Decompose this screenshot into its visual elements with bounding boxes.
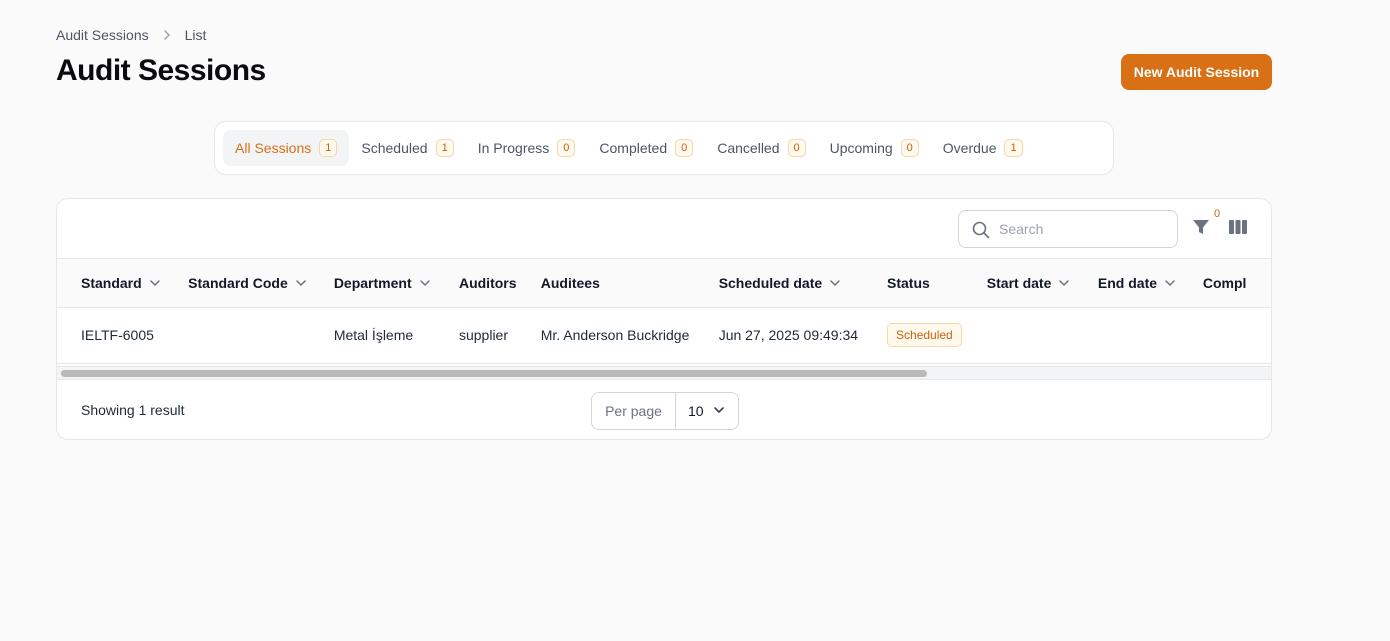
columns-icon[interactable] xyxy=(1228,218,1250,240)
tab-label: Overdue xyxy=(942,140,997,156)
filter-icon[interactable] xyxy=(1191,217,1215,241)
column-header-status[interactable]: Status xyxy=(863,259,963,308)
tab-completed[interactable]: Completed 0 xyxy=(587,130,705,166)
new-audit-session-button[interactable]: New Audit Session xyxy=(1121,54,1272,90)
tab-label: Scheduled xyxy=(361,140,428,156)
sessions-table-card: 0 Standard Standard Code Department Audi… xyxy=(56,198,1272,440)
tab-label: Completed xyxy=(599,140,668,156)
per-page-value: 10 xyxy=(688,403,704,419)
column-header-compl[interactable]: Compl xyxy=(1178,259,1271,308)
tab-count-badge: 0 xyxy=(675,139,694,157)
chevron-down-icon xyxy=(712,403,726,420)
column-label: Standard xyxy=(81,274,142,291)
cell-department: Metal İşleme xyxy=(309,307,435,364)
column-header-auditees[interactable]: Auditees xyxy=(516,259,695,308)
page: Audit Sessions List Audit Sessions New A… xyxy=(0,0,1390,641)
cell-standard: IELTF-6005 xyxy=(57,307,165,364)
status-tabs: All Sessions 1 Scheduled 1 In Progress 0… xyxy=(214,121,1114,175)
tab-scheduled[interactable]: Scheduled 1 xyxy=(349,130,465,166)
breadcrumb-link-audit-sessions[interactable]: Audit Sessions xyxy=(56,27,149,43)
column-label: Start date xyxy=(986,274,1052,291)
table-toolbar: 0 xyxy=(57,199,1271,259)
column-header-department[interactable]: Department xyxy=(309,259,435,308)
horizontal-scrollbar[interactable] xyxy=(57,366,1271,379)
search-icon xyxy=(971,220,991,240)
column-header-scheduled-date[interactable]: Scheduled date xyxy=(694,259,864,308)
column-header-auditors[interactable]: Auditors xyxy=(434,259,517,308)
scrollbar-thumb[interactable] xyxy=(61,370,927,377)
column-label: Scheduled date xyxy=(718,274,823,291)
table-row[interactable]: IELTF-6005 Metal İşleme supplier Mr. And… xyxy=(57,307,1271,364)
per-page-select[interactable]: 10 xyxy=(676,393,738,429)
table-scroll-area: Standard Standard Code Department Audito… xyxy=(57,259,1271,379)
result-count-text: Showing 1 result xyxy=(81,402,185,418)
column-header-standard-code[interactable]: Standard Code xyxy=(164,259,310,308)
tab-label: In Progress xyxy=(477,140,550,156)
tab-label: Upcoming xyxy=(829,140,893,156)
cell-auditees: Mr. Anderson Buckridge xyxy=(516,307,695,364)
cell-compl xyxy=(1178,307,1271,364)
column-header-standard[interactable]: Standard xyxy=(57,259,165,308)
tab-count-badge: 1 xyxy=(435,139,454,157)
tab-overdue[interactable]: Overdue 1 xyxy=(931,130,1035,166)
tab-upcoming[interactable]: Upcoming 0 xyxy=(818,130,931,166)
filter-count-badge: 0 xyxy=(1214,208,1221,220)
tab-count-badge: 0 xyxy=(557,139,576,157)
per-page-label: Per page xyxy=(592,393,676,429)
column-label: End date xyxy=(1097,274,1158,291)
chevron-down-icon xyxy=(1163,276,1177,290)
table-header-row: Standard Standard Code Department Audito… xyxy=(57,259,1271,308)
column-header-start-date[interactable]: Start date xyxy=(962,259,1074,308)
tab-cancelled[interactable]: Cancelled 0 xyxy=(705,130,817,166)
cell-standard-code xyxy=(164,307,310,364)
breadcrumb-current: List xyxy=(184,27,207,43)
tab-all-sessions[interactable]: All Sessions 1 xyxy=(223,130,350,166)
cell-auditors: supplier xyxy=(434,307,517,364)
cell-start-date xyxy=(962,307,1074,364)
sessions-table: Standard Standard Code Department Audito… xyxy=(57,259,1271,364)
chevron-right-icon xyxy=(159,27,175,43)
chevron-down-icon xyxy=(148,276,162,290)
column-header-end-date[interactable]: End date xyxy=(1073,259,1179,308)
tab-label: Cancelled xyxy=(717,140,780,156)
table-footer: Showing 1 result Per page 10 xyxy=(57,379,1271,439)
column-label: Department xyxy=(333,274,412,291)
tab-count-badge: 1 xyxy=(1004,139,1023,157)
tab-in-progress[interactable]: In Progress 0 xyxy=(466,130,588,166)
breadcrumb: Audit Sessions List xyxy=(56,27,206,43)
tab-count-badge: 0 xyxy=(900,139,919,157)
search-box xyxy=(958,210,1178,248)
cell-end-date xyxy=(1073,307,1179,364)
search-input[interactable] xyxy=(999,221,1169,237)
column-label: Standard Code xyxy=(188,274,288,291)
page-title: Audit Sessions xyxy=(56,54,266,87)
tab-count-badge: 1 xyxy=(319,139,338,157)
tab-label: All Sessions xyxy=(235,140,312,156)
cell-status: Scheduled xyxy=(863,307,963,364)
chevron-down-icon xyxy=(828,276,842,290)
per-page-control: Per page 10 xyxy=(591,392,739,430)
chevron-down-icon xyxy=(294,276,308,290)
chevron-down-icon xyxy=(1057,276,1071,290)
cell-scheduled-date: Jun 27, 2025 09:49:34 xyxy=(694,307,864,364)
tab-count-badge: 0 xyxy=(787,139,806,157)
chevron-down-icon xyxy=(418,276,432,290)
status-badge: Scheduled xyxy=(887,323,962,347)
